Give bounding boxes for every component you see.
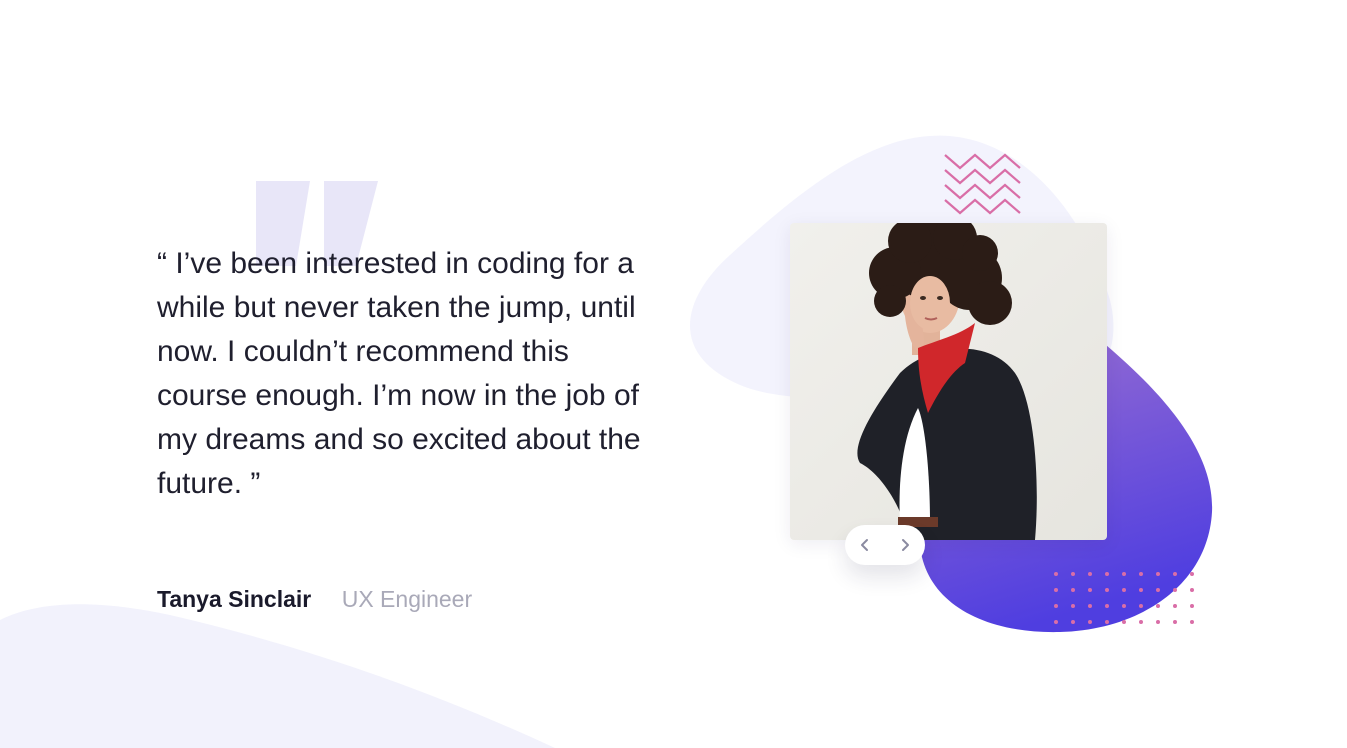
pattern-dot — [1190, 572, 1194, 576]
pattern-dot — [1190, 620, 1194, 624]
pattern-dot — [1122, 620, 1126, 624]
pattern-dot — [1071, 588, 1075, 592]
chevron-right-icon — [902, 539, 909, 551]
pattern-dot — [1173, 604, 1177, 608]
pattern-dot — [1156, 604, 1160, 608]
pattern-dot — [1139, 588, 1143, 592]
author-name: Tanya Sinclair — [157, 586, 312, 612]
testimonial-quote: “ I’ve been interested in coding for a w… — [157, 247, 641, 500]
testimonial-photo — [790, 223, 1107, 540]
pattern-dot — [1156, 620, 1160, 624]
pattern-dot — [1071, 604, 1075, 608]
pattern-dot — [1088, 604, 1092, 608]
chevron-left-icon — [861, 539, 868, 551]
prev-button[interactable] — [847, 525, 883, 565]
pattern-dot — [1054, 604, 1058, 608]
pattern-dot — [1139, 604, 1143, 608]
pattern-dot — [1190, 588, 1194, 592]
pattern-dot — [1088, 572, 1092, 576]
pattern-dot — [1105, 572, 1109, 576]
pattern-dot — [1173, 572, 1177, 576]
pattern-dot — [1190, 604, 1194, 608]
pattern-dot — [1173, 588, 1177, 592]
pattern-dot — [1088, 588, 1092, 592]
pattern-dot — [1105, 604, 1109, 608]
pattern-dot — [1122, 572, 1126, 576]
pattern-dot — [1054, 620, 1058, 624]
slider-nav — [845, 525, 925, 565]
pattern-dot — [1173, 620, 1177, 624]
pattern-dot — [1105, 588, 1109, 592]
pattern-dot — [1156, 588, 1160, 592]
author-info: Tanya Sinclair UX Engineer — [157, 586, 472, 613]
pattern-dot — [1054, 588, 1058, 592]
next-button[interactable] — [887, 525, 923, 565]
pattern-dot — [1156, 572, 1160, 576]
pattern-dot — [1071, 572, 1075, 576]
pattern-dot — [1088, 620, 1092, 624]
pattern-dot — [1122, 604, 1126, 608]
author-role: UX Engineer — [341, 586, 473, 612]
pattern-dot — [1139, 620, 1143, 624]
pattern-dot — [1054, 572, 1058, 576]
pattern-dot — [1139, 572, 1143, 576]
pattern-dot — [1122, 588, 1126, 592]
pattern-dot — [1071, 620, 1075, 624]
pattern-dot — [1105, 620, 1109, 624]
